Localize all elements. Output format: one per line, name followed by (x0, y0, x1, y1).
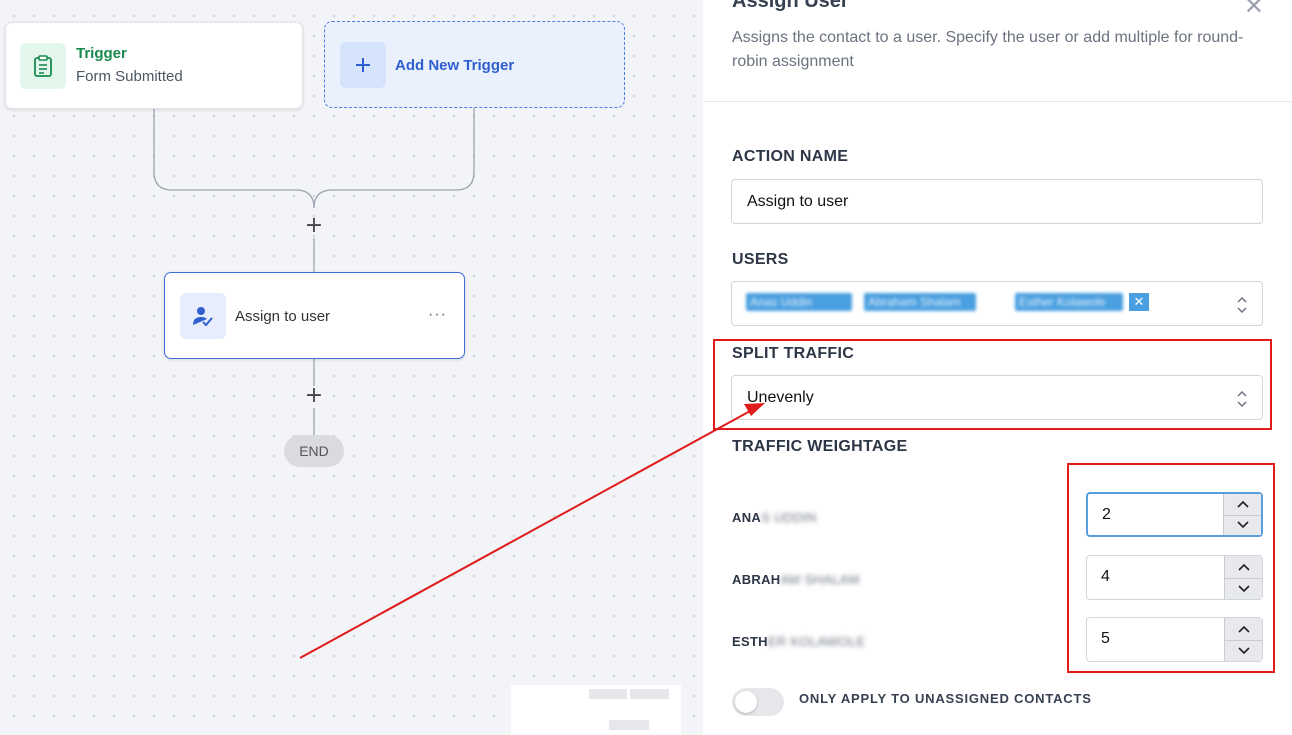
add-step-button-1[interactable]: + (304, 215, 324, 237)
toggle-knob (735, 691, 757, 713)
action-node-label: Assign to user (235, 308, 331, 325)
minimap-block (630, 689, 669, 699)
weight-user-name: ESTHER KOLAWOLE (732, 634, 866, 649)
action-name-label: ACTION NAME (732, 148, 849, 165)
trigger-title: Trigger (76, 45, 127, 62)
add-new-trigger-label: Add New Trigger (395, 57, 515, 74)
weight-user-name: ANAS UDDIN (732, 510, 817, 525)
weight-user-name: ABRAHAM SHALAM (732, 572, 860, 587)
add-step-button-2[interactable]: + (304, 385, 324, 407)
remove-chip-icon[interactable]: ✕ (1129, 293, 1149, 311)
user-chip[interactable]: Abraham Shalam (864, 293, 976, 311)
minimap-block (609, 720, 649, 730)
assign-user-action-node[interactable]: Assign to user ··· (164, 272, 465, 359)
trigger-subtitle: Form Submitted (76, 68, 183, 85)
unassigned-only-toggle[interactable] (732, 688, 784, 716)
end-node: END (284, 435, 344, 467)
trigger-node[interactable]: Trigger Form Submitted (5, 22, 303, 109)
toggle-label: ONLY APPLY TO UNASSIGNED CONTACTS (799, 691, 1092, 706)
panel-title: Assign User (732, 0, 849, 12)
action-name-input[interactable]: Assign to user (731, 179, 1263, 224)
users-label: USERS (732, 251, 789, 268)
minimap-block (589, 689, 627, 699)
users-select[interactable]: Anas Uddin Abraham Shalam Esther Kolawol… (731, 281, 1263, 326)
plus-icon (340, 42, 386, 88)
annotation-highlight-weights (1067, 463, 1275, 673)
clipboard-icon (20, 43, 66, 89)
close-icon[interactable]: ✕ (1244, 0, 1264, 21)
user-chip[interactable]: Anas Uddin (746, 293, 852, 311)
panel-header: Assign User ✕ Assigns the contact to a u… (703, 0, 1292, 102)
traffic-weightage-label: TRAFFIC WEIGHTAGE (732, 438, 908, 455)
panel-description: Assigns the contact to a user. Specify t… (732, 29, 1244, 70)
connector-lines (153, 108, 475, 435)
node-menu-button[interactable]: ··· (428, 306, 447, 324)
user-check-icon (180, 293, 226, 339)
workflow-canvas[interactable]: + + Trigger Form Submitted Add New Trigg… (0, 0, 703, 735)
user-chip[interactable]: Esther Kolawole (1015, 293, 1123, 311)
add-new-trigger-button[interactable]: Add New Trigger (324, 21, 625, 108)
canvas-minimap[interactable] (511, 685, 681, 735)
updown-chevron-icon (1237, 296, 1247, 314)
annotation-highlight-split-traffic (713, 339, 1272, 430)
